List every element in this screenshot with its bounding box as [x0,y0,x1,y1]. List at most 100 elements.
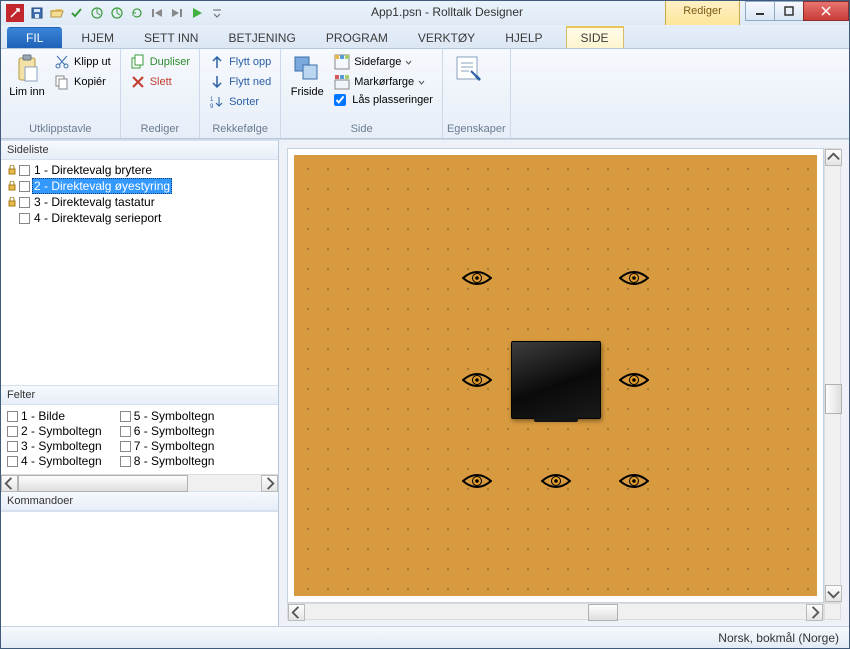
field-icon [7,426,18,437]
slett-button[interactable]: Slett [127,73,193,91]
eye-icon[interactable] [541,472,571,490]
arrow-down-icon [209,74,225,90]
design-canvas[interactable] [294,155,817,596]
scroll-left-button[interactable] [1,475,18,492]
markorfarge-button[interactable]: Markørfarge [331,73,436,91]
tree-label: 1 - Direktevalg brytere [32,163,154,177]
page-icon [19,181,30,192]
scroll-up-button[interactable] [825,149,842,166]
felter-hscrollbar[interactable] [1,474,278,491]
lock-icon [7,197,17,207]
qat-clock1-icon[interactable] [87,3,107,23]
group-egenskaper: Egenskaper [443,49,511,138]
group-utklippstavle: Lim inn Klipp ut Kopiér Utklippstavle [1,49,121,138]
qat-open-icon[interactable] [47,3,67,23]
kopier-button[interactable]: Kopiér [51,73,114,91]
dupliser-button[interactable]: Dupliser [127,53,193,71]
window-controls [746,1,849,25]
scroll-down-button[interactable] [825,585,842,602]
eye-icon[interactable] [462,371,492,389]
tab-verktoy[interactable]: VERKTØY [403,27,490,48]
scroll-thumb[interactable] [588,604,618,621]
tree-row[interactable]: 4 - Direktevalg serieport [1,210,278,226]
canvas-vscrollbar[interactable] [824,148,841,603]
window-title: App1.psn - Rolltalk Designer [229,1,665,25]
flytt-ned-button[interactable]: Flytt ned [206,73,274,91]
sorter-button[interactable]: 19Sorter [206,93,274,111]
tab-hjelp[interactable]: HJELP [490,27,557,48]
sidebar: Sideliste 1 - Direktevalg brytere 2 - Di… [1,140,279,626]
felter-item[interactable]: 1 - Bilde [7,409,102,423]
qat-refresh-icon[interactable] [127,3,147,23]
eye-icon[interactable] [619,269,649,287]
scissors-icon [54,54,70,70]
tab-fil[interactable]: FIL [7,27,62,48]
tree-row[interactable]: 2 - Direktevalg øyestyring [1,178,278,194]
svg-text:9: 9 [210,104,214,110]
scroll-thumb[interactable] [825,384,842,414]
las-checkbox-input[interactable] [334,94,346,106]
tab-sett-inn[interactable]: SETT INN [129,27,213,48]
klipp-ut-button[interactable]: Klipp ut [51,53,114,71]
sideliste-tree[interactable]: 1 - Direktevalg brytere 2 - Direktevalg … [1,160,278,385]
lim-inn-button[interactable]: Lim inn [5,51,49,100]
qat-play-icon[interactable] [187,3,207,23]
felter-item[interactable]: 8 - Symboltegn [120,454,215,468]
scroll-corner [824,603,841,620]
tree-label: 3 - Direktevalg tastatur [32,195,157,209]
ribbon-tabs: FIL HJEM SETT INN BETJENING PROGRAM VERK… [1,25,849,49]
qat-check-icon[interactable] [67,3,87,23]
qat-dropdown-icon[interactable] [207,3,227,23]
tab-hjem[interactable]: HJEM [66,27,129,48]
chevron-down-icon [418,79,425,86]
felter-item[interactable]: 2 - Symboltegn [7,424,102,438]
egenskaper-button[interactable] [447,51,491,100]
title-bar: App1.psn - Rolltalk Designer Rediger [1,1,849,25]
qat-stepfwd-icon[interactable] [167,3,187,23]
eye-icon[interactable] [619,371,649,389]
eye-icon[interactable] [619,472,649,490]
scroll-right-button[interactable] [806,604,823,621]
qat-clock2-icon[interactable] [107,3,127,23]
qat-stepback-icon[interactable] [147,3,167,23]
tab-program[interactable]: PROGRAM [311,27,403,48]
felter-item[interactable]: 7 - Symboltegn [120,439,215,453]
monitor-image[interactable] [511,341,601,419]
las-plasseringer-checkbox[interactable]: Lås plasseringer [331,93,436,107]
flytt-opp-button[interactable]: Flytt opp [206,53,274,71]
scroll-left-button[interactable] [288,604,305,621]
chevron-down-icon [405,59,412,66]
quick-access-toolbar [1,1,229,25]
canvas-area [279,140,849,626]
contextual-tab-header: Rediger [665,1,740,25]
tab-betjening[interactable]: BETJENING [213,27,310,48]
canvas-viewport[interactable] [287,148,824,603]
maximize-button[interactable] [774,1,804,21]
scroll-right-button[interactable] [261,475,278,492]
scroll-thumb[interactable] [18,475,188,492]
app-icon[interactable] [6,4,24,22]
felter-item[interactable]: 6 - Symboltegn [120,424,215,438]
kommandoer-body[interactable] [1,511,278,626]
minimize-button[interactable] [745,1,775,21]
tab-side[interactable]: SIDE [566,26,624,48]
eye-icon[interactable] [462,269,492,287]
tree-row[interactable]: 1 - Direktevalg brytere [1,162,278,178]
copy-icon [54,74,70,90]
field-icon [120,441,131,452]
canvas-hscrollbar[interactable] [287,603,824,620]
felter-item[interactable]: 3 - Symboltegn [7,439,102,453]
felter-item[interactable]: 4 - Symboltegn [7,454,102,468]
group-label-rekkefolge: Rekkefølge [204,121,276,138]
field-icon [7,411,18,422]
friside-icon [291,53,323,85]
delete-icon [130,74,146,90]
tree-row[interactable]: 3 - Direktevalg tastatur [1,194,278,210]
qat-save-icon[interactable] [27,3,47,23]
eye-icon[interactable] [462,472,492,490]
sidefarge-button[interactable]: Sidefarge [331,53,436,71]
felter-item[interactable]: 5 - Symboltegn [120,409,215,423]
friside-button[interactable]: Friside [285,51,329,100]
close-button[interactable] [803,1,849,21]
grid-color-icon [334,54,350,70]
